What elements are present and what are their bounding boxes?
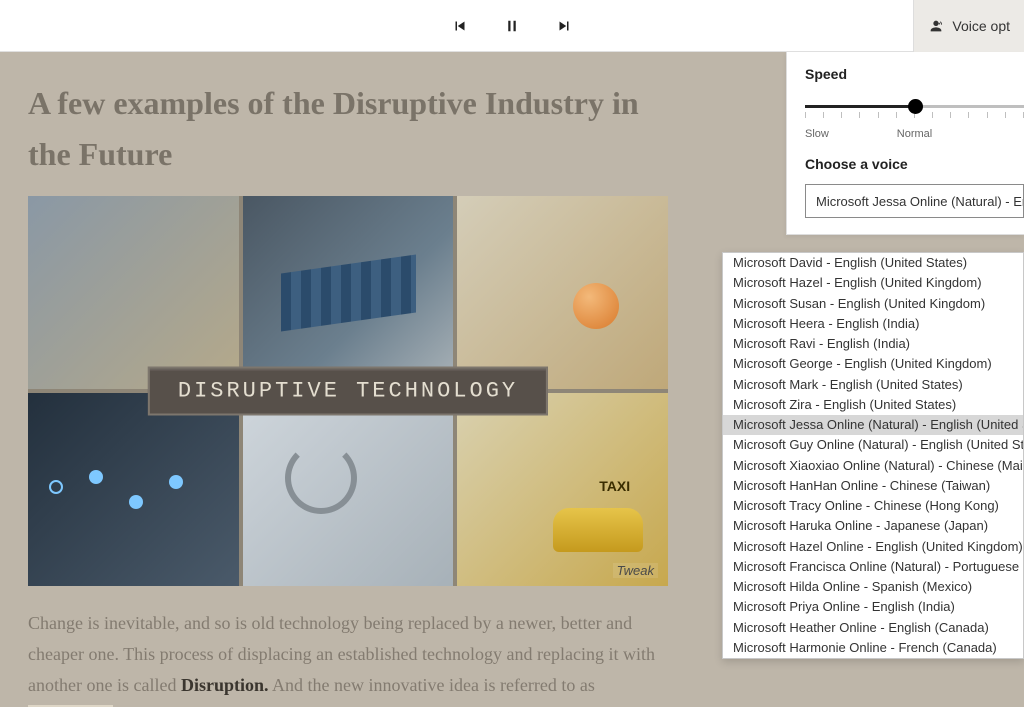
voice-option[interactable]: Microsoft Hazel - English (United Kingdo… [723, 273, 1023, 293]
collage-tile [243, 196, 454, 389]
voice-options-label: Voice opt [952, 18, 1010, 34]
voice-select-value: Microsoft Jessa Online (Natural) - Engl [816, 194, 1024, 209]
article-hero-collage: DISRUPTIVE TECHNOLOGY Tweak [28, 196, 668, 586]
slider-normal-label: Normal [897, 128, 932, 140]
reader-toolbar: Voice opt [0, 0, 1024, 52]
next-button[interactable] [552, 14, 576, 38]
voice-option[interactable]: Microsoft Ravi - English (India) [723, 334, 1023, 354]
slider-thumb[interactable] [908, 99, 923, 114]
article-paragraph: Change is inevitable, and so is old tech… [28, 608, 668, 707]
collage-tile [457, 393, 668, 586]
slider-end-labels: Slow Normal . [805, 128, 1024, 140]
skip-previous-icon [451, 17, 469, 35]
voice-option[interactable]: Microsoft Francisca Online (Natural) - P… [723, 557, 1023, 577]
para-mid: And the new innovative idea is referred … [272, 675, 595, 695]
voice-option[interactable]: Microsoft Guy Online (Natural) - English… [723, 435, 1023, 455]
speed-slider[interactable] [805, 94, 1024, 124]
person-voice-icon [928, 18, 944, 34]
para-bold: Disruption. [181, 675, 269, 695]
voice-option[interactable]: Microsoft HanHan Online - Chinese (Taiwa… [723, 476, 1023, 496]
slider-slow-label: Slow [805, 128, 829, 140]
voice-option[interactable]: Microsoft Zira - English (United States) [723, 395, 1023, 415]
voice-select[interactable]: Microsoft Jessa Online (Natural) - Engl [805, 184, 1024, 218]
voice-option[interactable]: Microsoft Xiaoxiao Online (Natural) - Ch… [723, 456, 1023, 476]
speed-label: Speed [805, 66, 1024, 82]
collage-watermark: Tweak [613, 563, 658, 578]
voice-option[interactable]: Microsoft Heera - English (India) [723, 314, 1023, 334]
voice-option[interactable]: Microsoft George - English (United Kingd… [723, 354, 1023, 374]
voice-option[interactable]: Microsoft Priya Online - English (India) [723, 597, 1023, 617]
voice-dropdown[interactable]: Microsoft David - English (United States… [722, 252, 1024, 659]
voice-option[interactable]: Microsoft Heather Online - English (Cana… [723, 618, 1023, 638]
collage-tile [28, 393, 239, 586]
skip-next-icon [555, 17, 573, 35]
voice-option[interactable]: Microsoft Jessa Online (Natural) - Engli… [723, 415, 1023, 435]
play-controls [448, 14, 576, 38]
pause-icon [503, 17, 521, 35]
voice-option[interactable]: Microsoft Tracy Online - Chinese (Hong K… [723, 496, 1023, 516]
voice-option[interactable]: Microsoft Harmonie Online - French (Cana… [723, 638, 1023, 658]
voice-option[interactable]: Microsoft Haruka Online - Japanese (Japa… [723, 516, 1023, 536]
voice-option[interactable]: Microsoft David - English (United States… [723, 253, 1023, 273]
voice-option[interactable]: Microsoft Susan - English (United Kingdo… [723, 294, 1023, 314]
collage-banner: DISRUPTIVE TECHNOLOGY [148, 367, 548, 416]
voice-option[interactable]: Microsoft Hazel Online - English (United… [723, 537, 1023, 557]
collage-tile [28, 196, 239, 389]
choose-voice-label: Choose a voice [805, 156, 1024, 172]
collage-tile [243, 393, 454, 586]
article-title: A few examples of the Disruptive Industr… [28, 78, 668, 180]
collage-tile [457, 196, 668, 389]
voice-option[interactable]: Microsoft Mark - English (United States) [723, 375, 1023, 395]
voice-option[interactable]: Microsoft Hilda Online - Spanish (Mexico… [723, 577, 1023, 597]
previous-button[interactable] [448, 14, 472, 38]
voice-options-button[interactable]: Voice opt [913, 0, 1024, 52]
voice-options-panel: Speed Slow Normal . Choose a voice Micro… [786, 52, 1024, 235]
pause-button[interactable] [500, 14, 524, 38]
